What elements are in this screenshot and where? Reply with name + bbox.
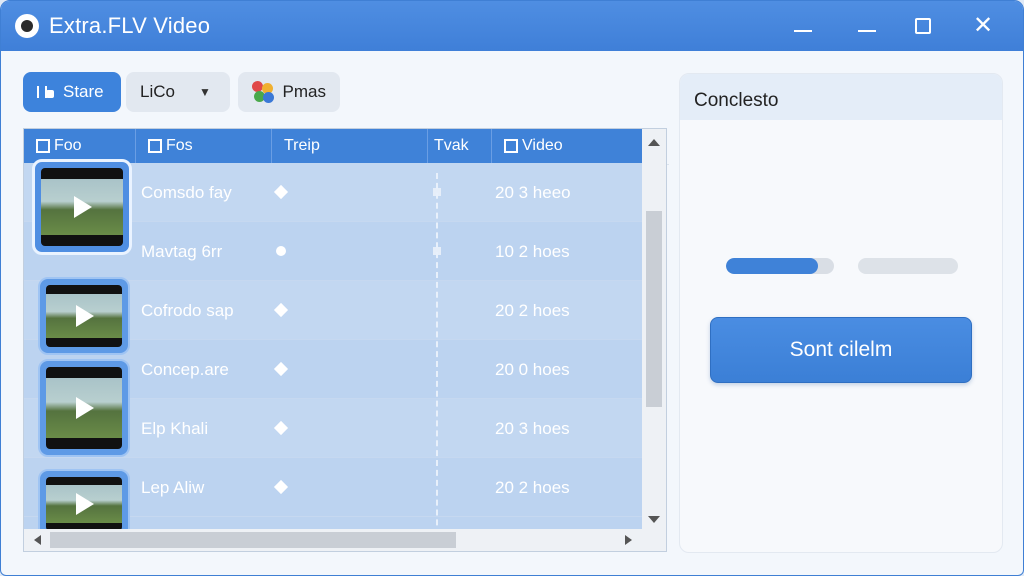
palette-icon: [252, 81, 274, 103]
row-duration: 20 3 heeo: [495, 183, 571, 202]
thumbnail-frame: [46, 285, 122, 347]
row-name: Mavtag 6rr: [141, 242, 223, 261]
row-duration: 20 2 hoes: [495, 301, 570, 320]
horizontal-scroll-thumb[interactable]: [50, 532, 456, 548]
minimize-icon: [794, 30, 812, 32]
table-body: Comsdo fay 20 3 heeo Mavtag 6rr 10 2 hoe…: [24, 159, 642, 551]
minimize-button[interactable]: [775, 1, 831, 51]
row-name: Elp Khali: [141, 419, 209, 438]
vertical-scroll-thumb[interactable]: [646, 211, 662, 407]
thumbnail-frame: [41, 168, 123, 246]
lico-dropdown[interactable]: LiCo ▼: [126, 72, 230, 112]
column-label: Fos: [166, 137, 193, 154]
start-label: Stare: [63, 82, 104, 101]
panel-title: Conclesto: [680, 74, 1002, 120]
video-thumbnail-selected[interactable]: [32, 159, 132, 255]
column-header-video[interactable]: Video: [492, 129, 642, 163]
play-icon: [76, 305, 94, 327]
scroll-left-icon[interactable]: [34, 535, 41, 545]
thumbnail-frame: [46, 367, 122, 449]
circle-marker-icon: [276, 246, 286, 256]
row-name: Comsdo fay: [141, 183, 232, 202]
maximize-icon: [915, 18, 931, 34]
row-duration: 20 2 hoes: [495, 478, 570, 497]
checkbox-icon: [36, 139, 50, 153]
progress-bar-secondary: [858, 258, 958, 274]
scroll-down-icon[interactable]: [648, 516, 660, 523]
pmas-label: Pmas: [282, 82, 326, 101]
column-label: Foo: [54, 137, 82, 154]
checkbox-icon: [148, 139, 162, 153]
title-bar[interactable]: Extra.FLV Video ✕: [1, 1, 1023, 51]
video-thumbnail[interactable]: [38, 277, 130, 355]
close-button[interactable]: ✕: [955, 1, 1011, 51]
column-label: Treip: [284, 137, 320, 154]
column-header-foo[interactable]: Foo: [24, 129, 136, 163]
scroll-up-icon[interactable]: [648, 139, 660, 146]
thumbnail-frame: [46, 477, 122, 531]
side-panel: Conclesto Sont cilelm: [679, 73, 1003, 553]
progress-fill: [726, 258, 818, 274]
video-column-icon: [504, 139, 518, 153]
toolbar: Stare LiCo ▼ Pmas: [1, 51, 671, 165]
column-header-treip[interactable]: Treip: [272, 129, 428, 163]
column-header-tvak[interactable]: Tvak: [428, 129, 492, 163]
play-icon: [76, 493, 94, 515]
column-header-fos[interactable]: Fos: [136, 129, 272, 163]
close-icon: ✕: [972, 12, 994, 39]
timeline-divider: [436, 173, 438, 551]
row-name: Cofrodo sap: [141, 301, 234, 320]
column-label: Tvak: [434, 137, 469, 154]
video-table: Foo Fos Treip Tvak Video Comsdo fay 20 3…: [23, 128, 667, 552]
chevron-down-icon: ▼: [198, 85, 211, 99]
row-name: Concep.are: [141, 360, 229, 379]
table-header: Foo Fos Treip Tvak Video: [24, 129, 642, 163]
diamond-marker-icon: [273, 184, 289, 200]
maximize-button[interactable]: [895, 1, 951, 51]
scroll-right-icon[interactable]: [625, 535, 632, 545]
start-button[interactable]: Stare: [23, 72, 121, 112]
app-window: Extra.FLV Video ✕ Stare LiCo ▼ Pmas Foo …: [0, 0, 1024, 576]
row-duration: 10 2 hoes: [495, 242, 570, 261]
row-duration: 20 0 hoes: [495, 360, 570, 379]
vertical-scrollbar[interactable]: [642, 129, 666, 531]
play-icon: [74, 196, 92, 218]
sort-button[interactable]: Sont cilelm: [710, 317, 972, 383]
progress-bar-primary: [726, 258, 834, 274]
column-label: Video: [522, 137, 563, 154]
minimize-secondary-icon: [858, 30, 876, 32]
video-thumbnail[interactable]: [38, 359, 130, 457]
app-logo-icon: [15, 14, 39, 38]
row-duration: 20 3 hoes: [495, 419, 570, 438]
horizontal-scrollbar[interactable]: [24, 529, 666, 551]
minimize-secondary-button[interactable]: [839, 1, 895, 51]
diamond-marker-icon: [273, 420, 289, 436]
pmas-button[interactable]: Pmas: [238, 72, 340, 112]
diamond-marker-icon: [273, 302, 289, 318]
diamond-marker-icon: [273, 479, 289, 495]
window-title: Extra.FLV Video: [49, 13, 211, 38]
start-icon: [37, 84, 55, 100]
lico-label: LiCo: [140, 82, 175, 101]
diamond-marker-icon: [273, 361, 289, 377]
play-icon: [76, 397, 94, 419]
row-name: Lep Aliw: [141, 478, 205, 497]
